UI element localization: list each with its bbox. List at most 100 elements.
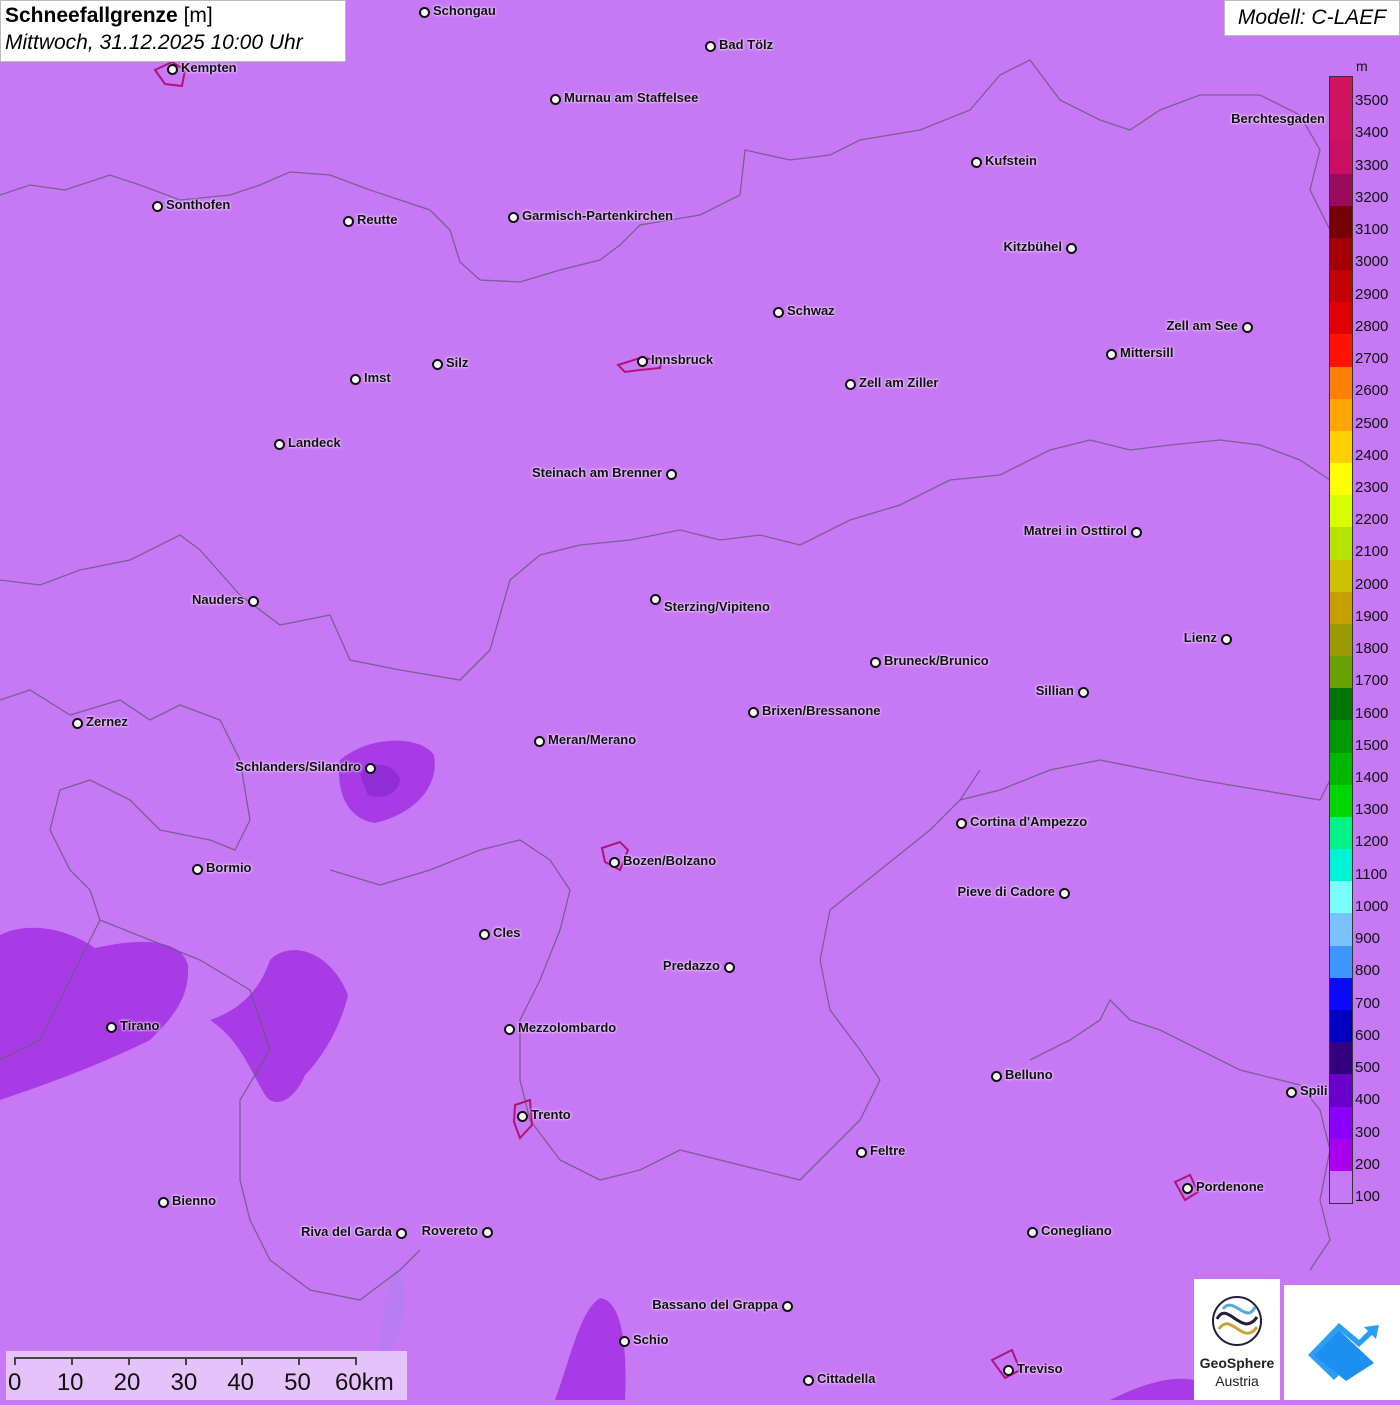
- city-label[interactable]: Steinach am Brenner: [532, 465, 662, 480]
- city-label[interactable]: Zell am Ziller: [859, 375, 938, 390]
- city-marker-icon[interactable]: [870, 657, 881, 668]
- city-label[interactable]: Schwaz: [787, 303, 835, 318]
- city-label[interactable]: Schio: [633, 1332, 668, 1347]
- city-marker-icon[interactable]: [343, 216, 354, 227]
- city-label[interactable]: Nauders: [192, 592, 244, 607]
- city-label[interactable]: Schlanders/Silandro: [235, 759, 361, 774]
- city-label[interactable]: Berchtesgaden: [1231, 111, 1325, 126]
- city-label[interactable]: Bassano del Grappa: [652, 1297, 778, 1312]
- city-marker-icon[interactable]: [534, 736, 545, 747]
- city-marker-icon[interactable]: [971, 157, 982, 168]
- city-marker-icon[interactable]: [666, 469, 677, 480]
- city-marker-icon[interactable]: [1078, 687, 1089, 698]
- city-label[interactable]: Lienz: [1184, 630, 1217, 645]
- city-label[interactable]: Zell am See: [1166, 318, 1238, 333]
- city-label[interactable]: Brixen/Bressanone: [762, 703, 881, 718]
- city-label[interactable]: Silz: [446, 355, 468, 370]
- city-marker-icon[interactable]: [158, 1197, 169, 1208]
- city-label[interactable]: Landeck: [288, 435, 341, 450]
- city-label[interactable]: Treviso: [1017, 1361, 1063, 1376]
- city-marker-icon[interactable]: [1059, 888, 1070, 899]
- city-marker-icon[interactable]: [192, 864, 203, 875]
- city-marker-icon[interactable]: [991, 1071, 1002, 1082]
- city-marker-icon[interactable]: [609, 857, 620, 868]
- city-marker-icon[interactable]: [1131, 527, 1142, 538]
- city-marker-icon[interactable]: [650, 594, 661, 605]
- city-marker-icon[interactable]: [72, 718, 83, 729]
- city-label[interactable]: Tirano: [120, 1018, 160, 1033]
- city-label[interactable]: Trento: [531, 1107, 571, 1122]
- city-marker-icon[interactable]: [432, 359, 443, 370]
- city-label[interactable]: Reutte: [357, 212, 397, 227]
- city-marker-icon[interactable]: [167, 64, 178, 75]
- city-marker-icon[interactable]: [773, 307, 784, 318]
- city-marker-icon[interactable]: [479, 929, 490, 940]
- city-marker-icon[interactable]: [956, 818, 967, 829]
- city-marker-icon[interactable]: [274, 439, 285, 450]
- city-marker-icon[interactable]: [152, 201, 163, 212]
- city-label[interactable]: Zernez: [86, 714, 128, 729]
- city-label[interactable]: Schongau: [433, 3, 496, 18]
- city-marker-icon[interactable]: [517, 1111, 528, 1122]
- city-label[interactable]: Bad Tölz: [719, 37, 773, 52]
- city-label[interactable]: Mezzolombardo: [518, 1020, 616, 1035]
- city-marker-icon[interactable]: [845, 379, 856, 390]
- city-label[interactable]: Sterzing/Vipiteno: [664, 599, 770, 614]
- city-label[interactable]: Garmisch-Partenkirchen: [522, 208, 673, 223]
- city-marker-icon[interactable]: [419, 7, 430, 18]
- city-label[interactable]: Cles: [493, 925, 520, 940]
- app-button[interactable]: [1284, 1285, 1400, 1400]
- city-label[interactable]: Murnau am Staffelsee: [564, 90, 698, 105]
- city-marker-icon[interactable]: [350, 374, 361, 385]
- city-label[interactable]: Sonthofen: [166, 197, 230, 212]
- city-label[interactable]: Bienno: [172, 1193, 216, 1208]
- city-marker-icon[interactable]: [619, 1336, 630, 1347]
- city-label[interactable]: Predazzo: [663, 958, 720, 973]
- city-label[interactable]: Cortina d'Ampezzo: [970, 814, 1087, 829]
- city-marker-icon[interactable]: [1242, 322, 1253, 333]
- city-marker-icon[interactable]: [1066, 243, 1077, 254]
- city-marker-icon[interactable]: [724, 962, 735, 973]
- city-marker-icon[interactable]: [705, 41, 716, 52]
- city-marker-icon[interactable]: [482, 1227, 493, 1238]
- city-marker-icon[interactable]: [1003, 1365, 1014, 1376]
- city-label[interactable]: Innsbruck: [651, 352, 713, 367]
- city-label[interactable]: Kitzbühel: [1004, 239, 1063, 254]
- city-marker-icon[interactable]: [856, 1147, 867, 1158]
- city-marker-icon[interactable]: [1027, 1227, 1038, 1238]
- city-label[interactable]: Riva del Garda: [301, 1224, 392, 1239]
- city-marker-icon[interactable]: [396, 1228, 407, 1239]
- city-label[interactable]: Mittersill: [1120, 345, 1173, 360]
- city-marker-icon[interactable]: [365, 763, 376, 774]
- city-marker-icon[interactable]: [1286, 1087, 1297, 1098]
- city-label[interactable]: Belluno: [1005, 1067, 1053, 1082]
- city-label[interactable]: Pordenone: [1196, 1179, 1264, 1194]
- city-marker-icon[interactable]: [550, 94, 561, 105]
- city-label[interactable]: Meran/Merano: [548, 732, 636, 747]
- city-label[interactable]: Bozen/Bolzano: [623, 853, 716, 868]
- city-label[interactable]: Kempten: [181, 60, 237, 75]
- city-label[interactable]: Kufstein: [985, 153, 1037, 168]
- city-label[interactable]: Cittadella: [817, 1371, 876, 1386]
- city-marker-icon[interactable]: [1106, 349, 1117, 360]
- city-label[interactable]: Matrei in Osttirol: [1024, 523, 1127, 538]
- city-label[interactable]: Rovereto: [422, 1223, 478, 1238]
- city-label[interactable]: Bormio: [206, 860, 252, 875]
- city-marker-icon[interactable]: [637, 356, 648, 367]
- city-marker-icon[interactable]: [803, 1375, 814, 1386]
- city-marker-icon[interactable]: [508, 212, 519, 223]
- geosphere-logo[interactable]: GeoSphere Austria: [1194, 1279, 1280, 1400]
- city-label[interactable]: Bruneck/Brunico: [884, 653, 989, 668]
- city-marker-icon[interactable]: [748, 707, 759, 718]
- city-label[interactable]: Spili: [1300, 1083, 1327, 1098]
- city-label[interactable]: Conegliano: [1041, 1223, 1112, 1238]
- city-marker-icon[interactable]: [504, 1024, 515, 1035]
- city-marker-icon[interactable]: [782, 1301, 793, 1312]
- city-marker-icon[interactable]: [248, 596, 259, 607]
- city-marker-icon[interactable]: [1221, 634, 1232, 645]
- city-marker-icon[interactable]: [106, 1022, 117, 1033]
- city-label[interactable]: Pieve di Cadore: [957, 884, 1055, 899]
- city-marker-icon[interactable]: [1182, 1183, 1193, 1194]
- city-label[interactable]: Sillian: [1036, 683, 1074, 698]
- city-label[interactable]: Imst: [364, 370, 391, 385]
